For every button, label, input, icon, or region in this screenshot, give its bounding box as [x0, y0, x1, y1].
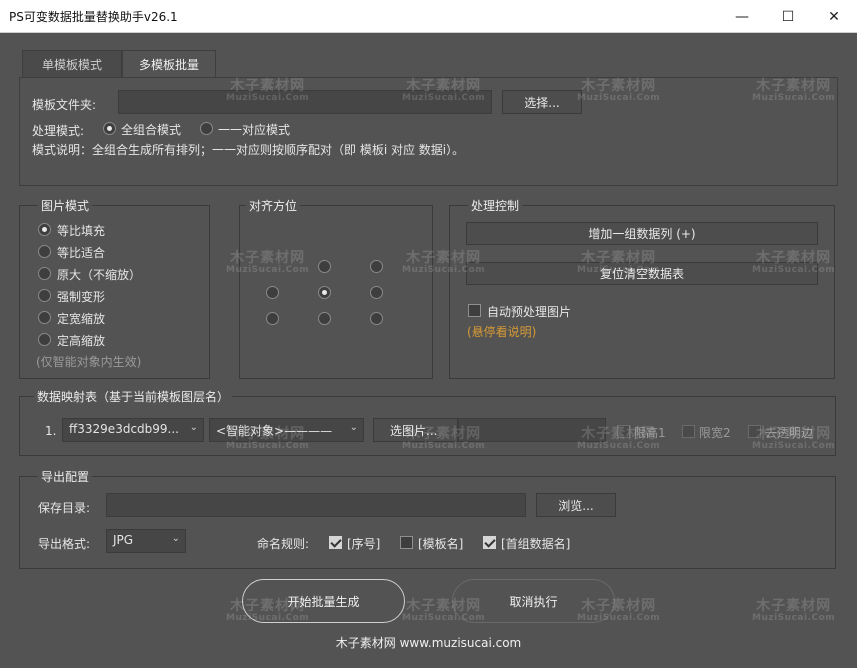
limit-height-checkbox[interactable] — [617, 425, 630, 438]
chevron-down-icon: ⌄ — [189, 422, 198, 433]
layer-type-select[interactable]: <智能对象>———— ⌄ — [209, 418, 364, 442]
window-titlebar: PS可变数据批量替换助手v26.1 — ☐ ✕ — [0, 0, 857, 33]
save-dir-label: 保存目录: — [38, 501, 91, 515]
align-bottom-center[interactable] — [318, 312, 331, 325]
image-mode-note: (仅智能对象内生效) — [36, 355, 142, 369]
control-title: 处理控制 — [468, 197, 523, 214]
export-format-label: 导出格式: — [38, 537, 91, 551]
export-format-select[interactable]: JPG ⌄ — [106, 529, 186, 553]
naming-template-label: [模板名] — [418, 537, 464, 551]
image-mode-radio-fixed-width[interactable] — [38, 311, 51, 324]
watermark: 木子素材网MuziSucai.Com — [752, 598, 836, 623]
naming-first-data-label: [首组数据名] — [501, 537, 571, 551]
layer-type-value: <智能对象>———— — [216, 424, 333, 438]
mode-radio-full-combination[interactable] — [103, 122, 116, 135]
reset-table-button[interactable]: 复位清空数据表 — [466, 262, 818, 285]
naming-index-label: [序号] — [347, 537, 381, 551]
align-middle-left[interactable] — [266, 286, 279, 299]
image-mode-radio-stretch[interactable] — [38, 289, 51, 302]
hover-hint: (悬停看说明) — [467, 325, 537, 339]
image-mode-radio-fit[interactable] — [38, 245, 51, 258]
limit-height-label: 限高1 — [634, 426, 666, 440]
auto-preprocess-checkbox[interactable] — [468, 304, 481, 317]
tab-multi-template[interactable]: 多模板批量 — [122, 50, 216, 78]
choose-folder-button[interactable]: 选择... — [502, 90, 582, 114]
mode-description: 模式说明：全组合生成所有排列；一一对应则按顺序配对（即 模板i 对应 数据i）。 — [32, 143, 465, 157]
image-mode-radio-fill[interactable] — [38, 223, 51, 236]
template-folder-label: 模板文件夹: — [32, 98, 97, 112]
naming-first-data-checkbox[interactable] — [483, 536, 496, 549]
cancel-button[interactable]: 取消执行 — [452, 579, 615, 623]
mode-option-one-to-one: 一一对应模式 — [218, 123, 291, 137]
window-title: PS可变数据批量替换助手v26.1 — [9, 9, 178, 24]
layer-select-value: ff3329e3dcdb99... — [69, 422, 179, 436]
image-mode-option-fit: 等比适合 — [57, 246, 106, 260]
image-mode-option-fixed-width: 定宽缩放 — [57, 312, 106, 326]
export-format-value: JPG — [113, 533, 134, 547]
mode-radio-one-to-one[interactable] — [200, 122, 213, 135]
export-group — [19, 476, 836, 569]
align-bottom-left[interactable] — [266, 312, 279, 325]
save-dir-input[interactable] — [106, 493, 526, 517]
image-mode-option-stretch: 强制变形 — [57, 290, 106, 304]
naming-template-checkbox[interactable] — [400, 536, 413, 549]
client-area: 单模板模式 多模板批量 模板文件夹: 选择... 处理模式: 全组合模式 一一对… — [0, 33, 857, 668]
export-title: 导出配置 — [38, 468, 93, 485]
auto-preprocess-label: 自动预处理图片 — [487, 305, 572, 319]
naming-index-checkbox[interactable] — [329, 536, 342, 549]
align-top-right[interactable] — [370, 260, 383, 273]
limit-width-label: 限宽2 — [699, 426, 731, 440]
align-top-center[interactable] — [318, 260, 331, 273]
align-center[interactable] — [318, 286, 331, 299]
maximize-icon[interactable]: ☐ — [765, 0, 811, 33]
close-icon[interactable]: ✕ — [811, 0, 857, 33]
mode-label: 处理模式: — [32, 124, 85, 138]
start-batch-button[interactable]: 开始批量生成 — [242, 579, 405, 623]
chevron-down-icon: ⌄ — [171, 533, 180, 544]
align-bottom-right[interactable] — [370, 312, 383, 325]
alignment-title: 对齐方位 — [246, 197, 301, 214]
image-mode-option-original: 原大（不缩放） — [57, 268, 142, 282]
mapping-row-index: 1. — [45, 424, 57, 438]
image-mode-option-fill: 等比填充 — [57, 224, 106, 238]
chevron-down-icon: ⌄ — [349, 422, 358, 433]
image-mode-option-fixed-height: 定高缩放 — [57, 334, 106, 348]
browse-button[interactable]: 浏览... — [536, 493, 616, 517]
align-middle-right[interactable] — [370, 286, 383, 299]
trim-transparent-label: 去透明边 — [765, 426, 814, 440]
mode-option-full-combination: 全组合模式 — [121, 123, 182, 137]
pick-image-button[interactable]: 选图片... — [373, 418, 458, 442]
minimize-icon[interactable]: — — [719, 0, 765, 33]
layer-select[interactable]: ff3329e3dcdb99... ⌄ — [62, 418, 204, 442]
image-mode-title: 图片模式 — [38, 197, 93, 214]
limit-width-checkbox[interactable] — [682, 425, 695, 438]
add-data-column-button[interactable]: 增加一组数据列 (+) — [466, 222, 818, 245]
window-controls: — ☐ ✕ — [719, 0, 857, 33]
footer-text: 木子素材网 www.muzisucai.com — [335, 636, 522, 650]
template-folder-input[interactable] — [118, 90, 492, 114]
image-path-input[interactable] — [458, 418, 606, 442]
image-mode-radio-original[interactable] — [38, 267, 51, 280]
naming-rule-label: 命名规则: — [257, 537, 310, 551]
image-mode-radio-fixed-height[interactable] — [38, 333, 51, 346]
trim-transparent-checkbox[interactable] — [748, 425, 761, 438]
tab-single-template[interactable]: 单模板模式 — [22, 50, 122, 78]
mapping-title: 数据映射表（基于当前模板图层名） — [34, 388, 233, 405]
